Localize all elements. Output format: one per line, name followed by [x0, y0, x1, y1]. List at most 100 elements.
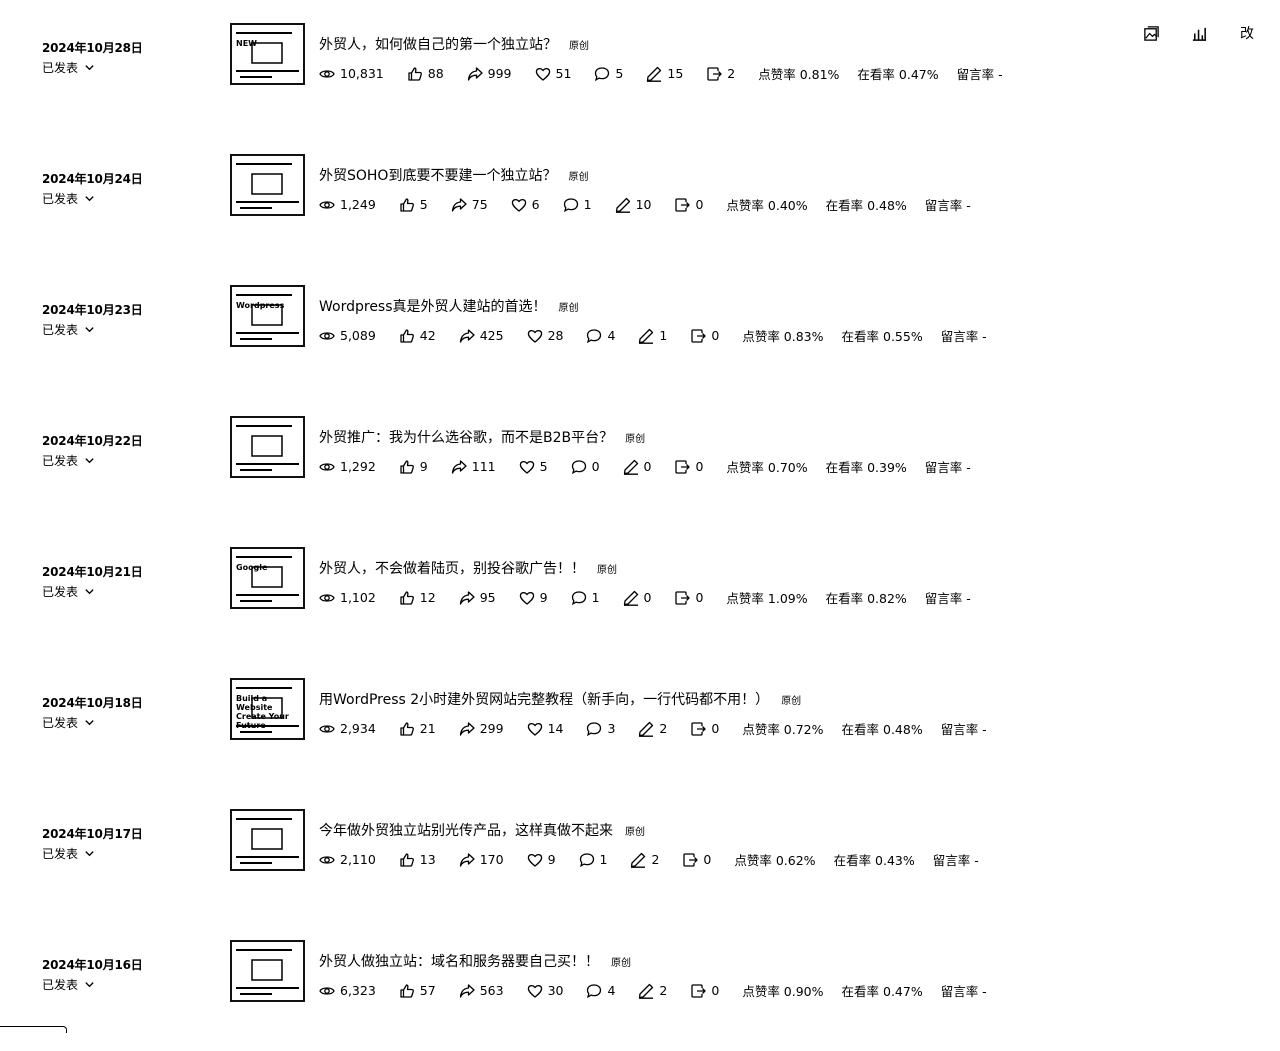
wows-stat: 9 [527, 852, 556, 868]
status-label: 已发表 [42, 585, 79, 599]
notes-count: 15 [667, 66, 684, 81]
wows-count: 51 [555, 66, 572, 81]
like-rate: 点赞率 0.72% [742, 722, 824, 737]
forward-icon [691, 983, 707, 998]
article-stats: 1,249 5 75 6 1 10 0 点赞率 0.40% 在看率 0.48% … [319, 195, 989, 214]
status-dropdown[interactable]: 已发表 [42, 452, 95, 469]
article-title[interactable]: 外贸人，不会做着陆页，别投谷歌广告！！ 原创 [319, 558, 617, 578]
like-rate: 点赞率 0.70% [726, 460, 808, 475]
likes-stat: 13 [399, 852, 436, 868]
article-thumbnail[interactable] [230, 154, 305, 216]
status-label: 已发表 [42, 978, 79, 992]
article-thumbnail[interactable] [230, 809, 305, 871]
pen-icon [623, 459, 638, 475]
notes-count: 10 [635, 197, 652, 212]
status-label: 已发表 [42, 847, 79, 861]
comments-stat: 4 [586, 983, 615, 999]
forwards-stat: 0 [682, 852, 711, 868]
heart-icon [527, 329, 542, 343]
article-title-text: Wordpress真是外贸人建站的首选！ [319, 299, 547, 315]
notes-stat: 10 [615, 197, 652, 213]
article-stats: 10,831 88 999 51 5 15 2 点赞率 0.81% 在看率 0.… [319, 64, 1021, 83]
comments-count: 4 [607, 328, 616, 343]
comment-rate: 留言率 - [940, 722, 987, 737]
image-icon[interactable] [1142, 24, 1160, 42]
likes-count: 12 [419, 590, 436, 605]
forward-icon [675, 590, 691, 605]
notes-count: 0 [643, 590, 652, 605]
article-thumbnail[interactable]: Wordpress [230, 285, 305, 347]
comment-icon [579, 852, 594, 867]
article-row: 2024年10月17日 已发表 今年做外贸独立站别光传产品，这样真做不起来 原创… [0, 809, 1280, 920]
reads-count: 2,934 [340, 721, 376, 736]
forward-icon [683, 852, 699, 867]
view-rate: 在看率 0.48% [841, 722, 923, 737]
edit-button[interactable]: 改 [1238, 24, 1256, 42]
chevron-down-icon [85, 458, 94, 464]
status-dropdown[interactable]: 已发表 [42, 190, 95, 207]
shares-stat: 75 [451, 197, 488, 213]
article-thumbnail[interactable]: NEW [230, 23, 305, 85]
status-label: 已发表 [42, 323, 79, 337]
eye-icon [319, 986, 335, 995]
article-thumbnail[interactable]: Build a Website Create Your Future [230, 678, 305, 740]
article-thumbnail[interactable] [230, 940, 305, 1002]
likes-count: 5 [419, 197, 428, 212]
article-title[interactable]: 外贸人，如何做自己的第一个独立站？ 原创 [319, 34, 589, 54]
wows-count: 9 [539, 590, 548, 605]
article-title[interactable]: 外贸推广：我为什么选谷歌，而不是B2B平台？ 原创 [319, 427, 645, 447]
article-stats: 1,102 12 95 9 1 0 0 点赞率 1.09% 在看率 0.82% … [319, 588, 989, 607]
likes-count: 88 [427, 66, 444, 81]
forward-icon [691, 721, 707, 736]
like-rate: 点赞率 0.90% [742, 984, 824, 999]
forwards-count: 0 [711, 328, 720, 343]
article-row: 2024年10月21日 已发表 Google 外贸人，不会做着陆页，别投谷歌广告… [0, 547, 1280, 658]
heart-icon [527, 722, 542, 736]
forwards-stat: 0 [690, 721, 719, 737]
pen-icon [639, 328, 654, 344]
reads-stat: 10,831 [319, 66, 384, 82]
article-title[interactable]: 外贸人做独立站：域名和服务器要自己买！！ 原创 [319, 951, 631, 971]
bar-chart-icon[interactable] [1190, 24, 1208, 42]
status-dropdown[interactable]: 已发表 [42, 583, 95, 600]
comments-stat: 1 [563, 197, 592, 213]
notes-stat: 2 [638, 721, 667, 737]
like-rate: 点赞率 1.09% [726, 591, 808, 606]
shares-stat: 999 [467, 66, 512, 82]
article-thumbnail[interactable] [230, 416, 305, 478]
like-rate: 点赞率 0.83% [742, 329, 824, 344]
original-tag: 原创 [569, 41, 589, 52]
shares-stat: 95 [459, 590, 496, 606]
shares-count: 111 [471, 459, 496, 474]
article-title[interactable]: Wordpress真是外贸人建站的首选！ 原创 [319, 296, 579, 316]
eye-icon [319, 69, 335, 78]
article-row: 2024年10月28日 已发表 NEW 外贸人，如何做自己的第一个独立站？ 原创… [0, 23, 1280, 134]
original-tag: 原创 [558, 303, 579, 314]
original-tag: 原创 [568, 172, 589, 183]
status-dropdown[interactable]: 已发表 [42, 845, 95, 862]
article-title[interactable]: 用WordPress 2小时建外贸网站完整教程（新手向，一行代码都不用！） 原创 [319, 689, 801, 709]
comment-rate: 留言率 - [924, 591, 971, 606]
status-dropdown[interactable]: 已发表 [42, 714, 95, 731]
article-title[interactable]: 今年做外贸独立站别光传产品，这样真做不起来 原创 [319, 820, 645, 840]
heart-icon [519, 460, 534, 474]
article-stats: 2,110 13 170 9 1 2 0 点赞率 0.62% 在看率 0.43%… [319, 850, 997, 869]
comments-count: 1 [591, 590, 600, 605]
like-rate: 点赞率 0.40% [726, 198, 808, 213]
status-dropdown[interactable]: 已发表 [42, 321, 95, 338]
status-dropdown[interactable]: 已发表 [42, 59, 95, 76]
share-icon [459, 721, 475, 736]
article-thumbnail[interactable]: Google [230, 547, 305, 609]
shares-stat: 563 [459, 983, 504, 999]
status-dropdown[interactable]: 已发表 [42, 976, 95, 993]
comment-icon [571, 590, 586, 605]
article-title-text: 外贸SOHO到底要不要建一个独立站？ [319, 168, 557, 184]
comments-count: 1 [599, 852, 608, 867]
notes-count: 1 [659, 328, 668, 343]
like-rate: 点赞率 0.62% [734, 853, 816, 868]
notes-stat: 1 [638, 328, 667, 344]
likes-stat: 12 [399, 590, 436, 606]
article-title[interactable]: 外贸SOHO到底要不要建一个独立站？ 原创 [319, 165, 588, 185]
eye-icon [319, 724, 335, 733]
article-row: 2024年10月23日 已发表 Wordpress Wordpress真是外贸人… [0, 285, 1280, 396]
